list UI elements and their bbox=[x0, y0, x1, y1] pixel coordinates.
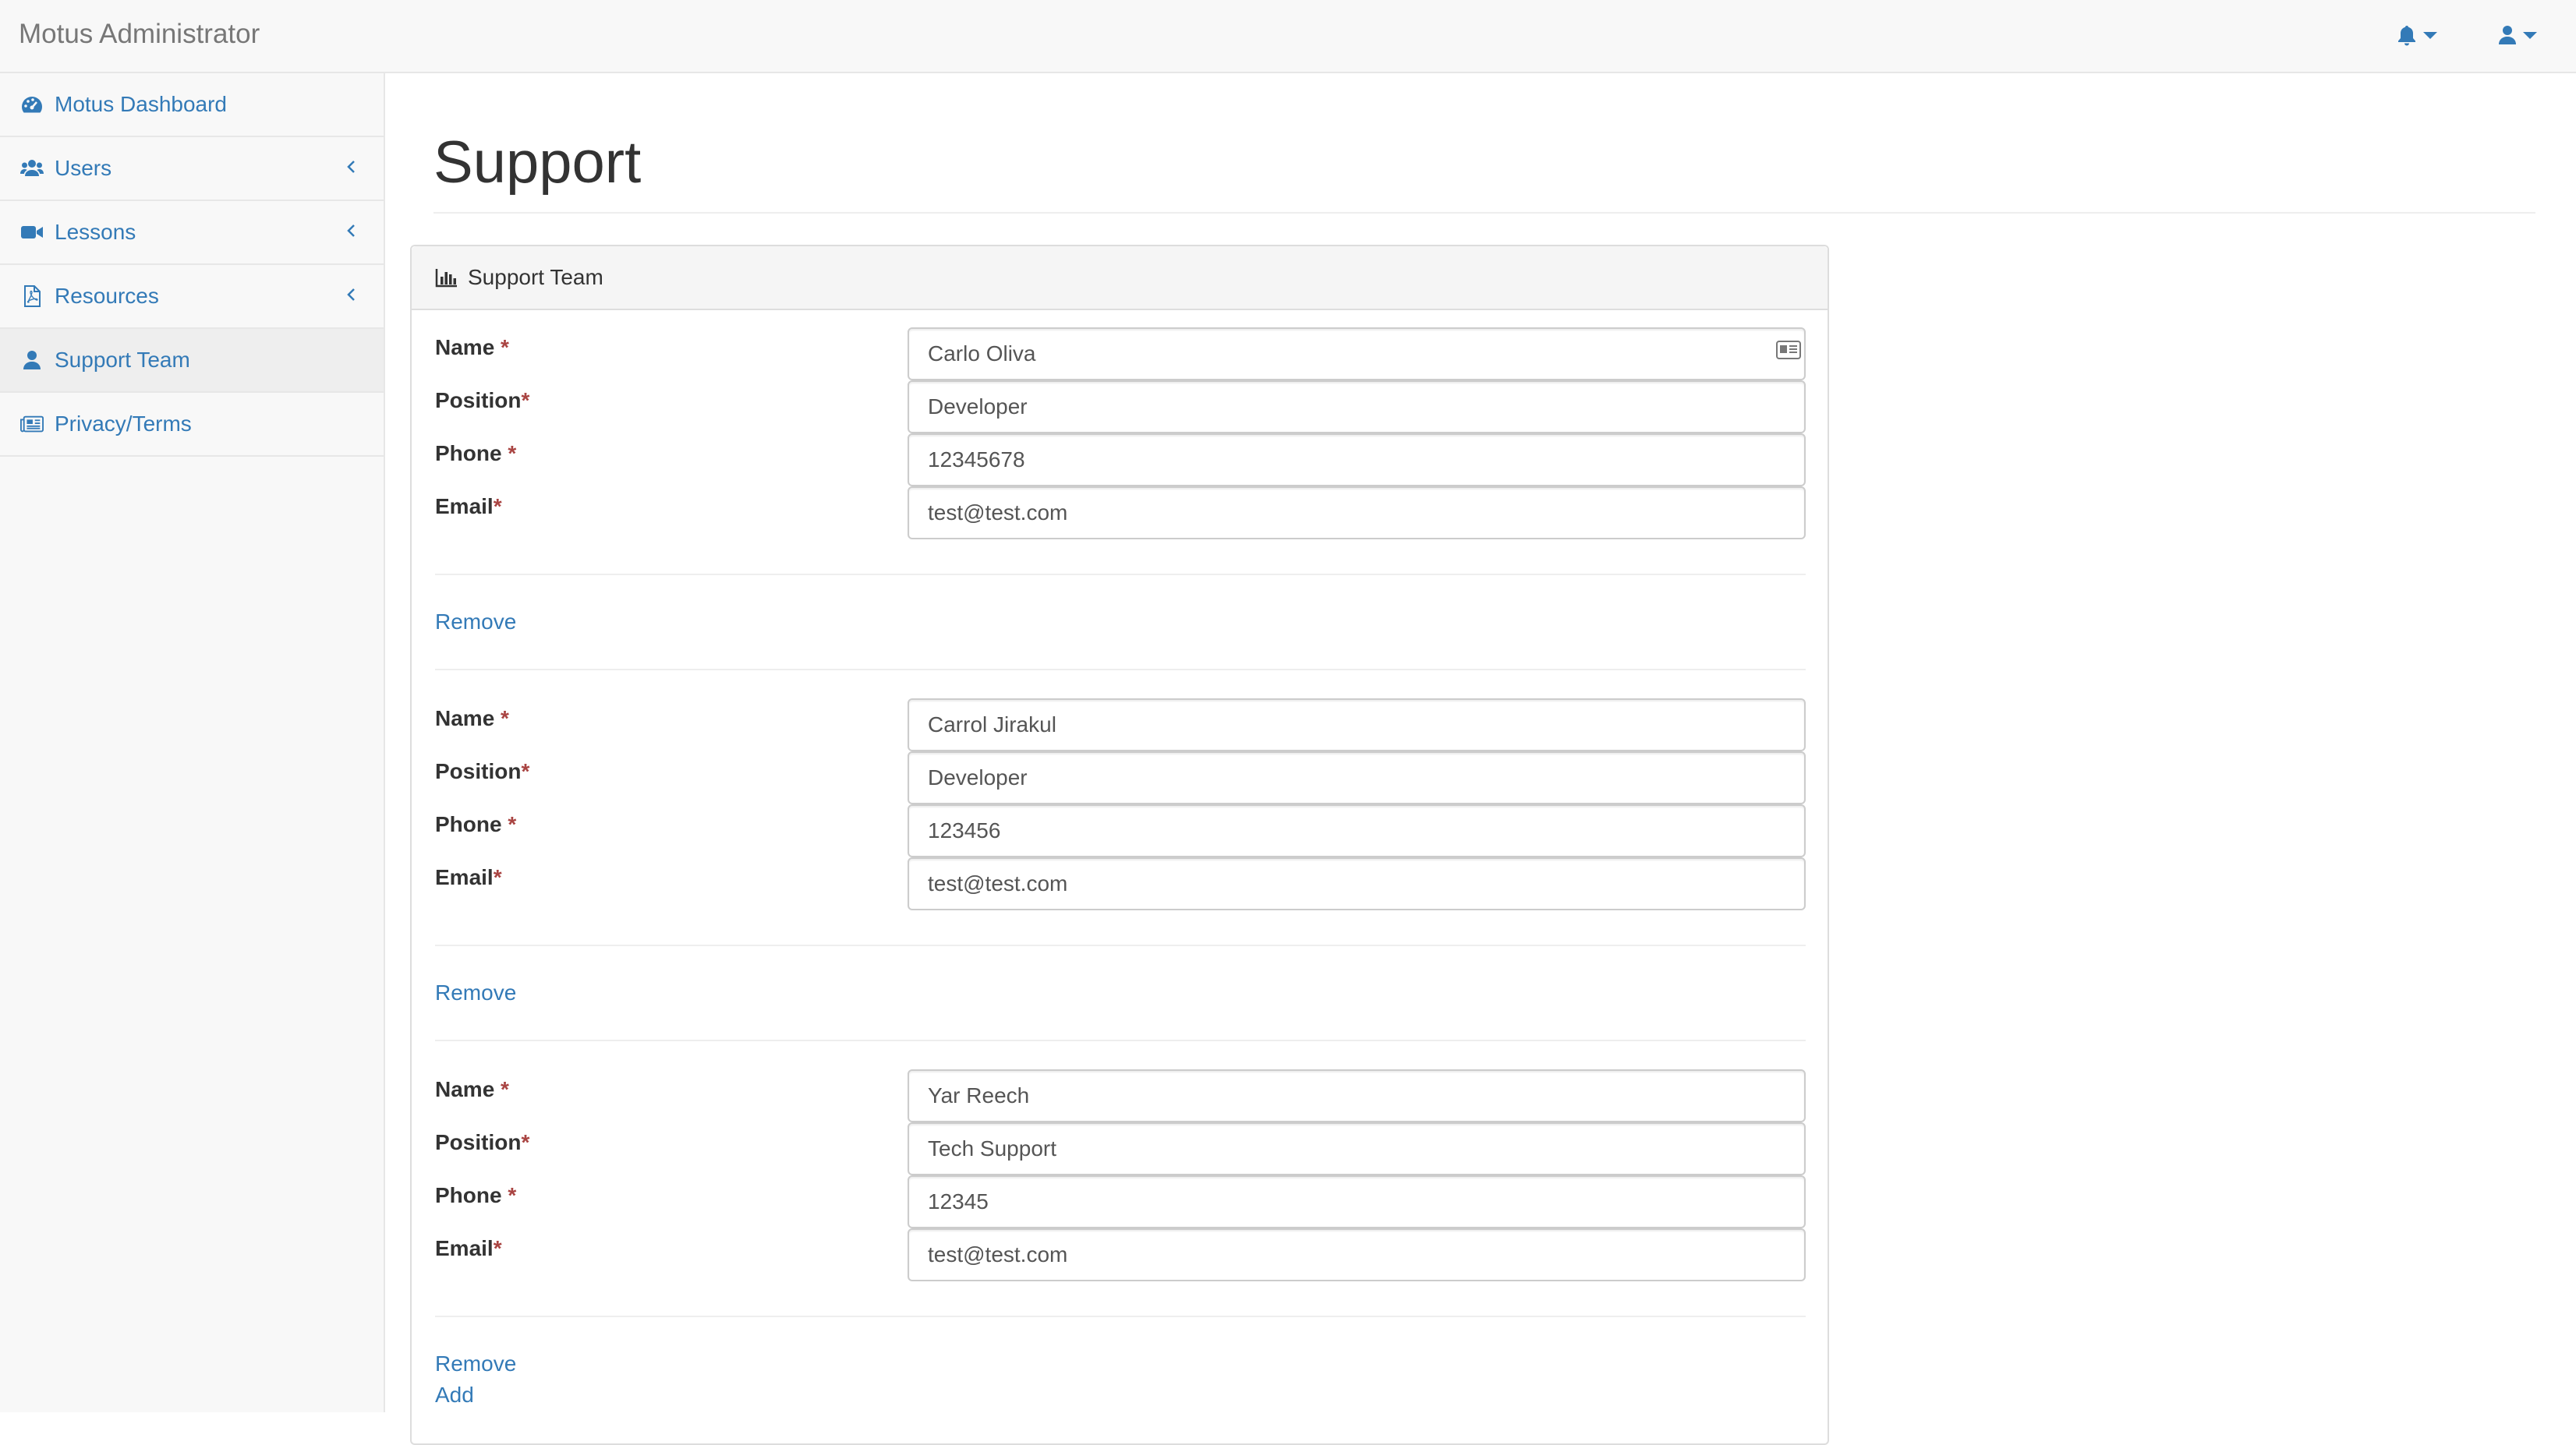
sidebar: Motus Dashboard Users Lessons Resources … bbox=[0, 73, 385, 1412]
phone-input[interactable] bbox=[908, 1175, 1806, 1228]
name-label: Name * bbox=[435, 335, 509, 359]
position-input[interactable] bbox=[908, 380, 1806, 433]
position-row: Position* bbox=[435, 751, 1806, 809]
sidebar-item-label: Support Team bbox=[55, 348, 190, 372]
bar-chart-icon bbox=[435, 269, 457, 288]
phone-row: Phone * bbox=[435, 433, 1806, 491]
pdf-file-icon bbox=[20, 284, 44, 308]
name-input[interactable] bbox=[908, 698, 1806, 751]
support-team-panel: Support Team Name * Position* Phone * Em… bbox=[410, 245, 1829, 1445]
required-marker: * bbox=[521, 759, 530, 783]
email-row: Email* bbox=[435, 1228, 1806, 1286]
sidebar-item-support-team[interactable]: Support Team bbox=[0, 329, 384, 393]
newspaper-icon bbox=[20, 412, 44, 436]
sidebar-item-resources[interactable]: Resources bbox=[0, 265, 384, 329]
phone-input[interactable] bbox=[908, 433, 1806, 486]
main-content: Support Support Team Name * Position* Ph… bbox=[385, 73, 2576, 1445]
required-marker: * bbox=[521, 388, 530, 412]
users-icon bbox=[20, 157, 44, 180]
sidebar-item-label: Resources bbox=[55, 284, 159, 308]
chevron-down-icon bbox=[2523, 31, 2537, 39]
phone-input[interactable] bbox=[908, 804, 1806, 857]
name-label: Name * bbox=[435, 1077, 509, 1101]
remove-member-button[interactable]: Remove bbox=[435, 1348, 516, 1380]
required-marker: * bbox=[508, 1183, 517, 1207]
name-input[interactable] bbox=[908, 1069, 1806, 1122]
notifications-dropdown[interactable] bbox=[2397, 22, 2437, 48]
email-row: Email* bbox=[435, 857, 1806, 915]
sidebar-item-lessons[interactable]: Lessons bbox=[0, 201, 384, 265]
add-member-button[interactable]: Add bbox=[435, 1380, 474, 1411]
required-marker: * bbox=[501, 1077, 509, 1101]
position-label: Position* bbox=[435, 759, 530, 783]
required-marker: * bbox=[508, 812, 517, 836]
position-row: Position* bbox=[435, 380, 1806, 438]
required-marker: * bbox=[508, 441, 517, 465]
phone-row: Phone * bbox=[435, 804, 1806, 862]
email-label: Email* bbox=[435, 865, 502, 889]
top-navbar: Motus Administrator bbox=[0, 0, 2576, 73]
sidebar-item-privacy-terms[interactable]: Privacy/Terms bbox=[0, 393, 384, 457]
chevron-left-icon bbox=[347, 161, 355, 173]
position-row: Position* bbox=[435, 1122, 1806, 1180]
position-label: Position* bbox=[435, 1130, 530, 1154]
email-row: Email* bbox=[435, 486, 1806, 544]
sidebar-item-label: Lessons bbox=[55, 220, 136, 244]
position-input[interactable] bbox=[908, 751, 1806, 804]
page-title: Support bbox=[433, 129, 642, 196]
divider bbox=[435, 1316, 1806, 1317]
bell-icon bbox=[2398, 26, 2415, 46]
brand-title[interactable]: Motus Administrator bbox=[19, 0, 260, 72]
phone-label: Phone * bbox=[435, 812, 517, 836]
position-input[interactable] bbox=[908, 1122, 1806, 1175]
divider bbox=[435, 574, 1806, 575]
remove-member-button[interactable]: Remove bbox=[435, 977, 516, 1009]
sidebar-item-label: Users bbox=[55, 156, 112, 180]
sidebar-item-label: Privacy/Terms bbox=[55, 412, 192, 436]
chevron-left-icon bbox=[347, 224, 355, 237]
video-camera-icon bbox=[20, 221, 44, 244]
divider bbox=[435, 1040, 1806, 1041]
sidebar-item-users[interactable]: Users bbox=[0, 137, 384, 201]
required-marker: * bbox=[493, 494, 502, 518]
chevron-left-icon bbox=[347, 288, 355, 301]
position-label: Position* bbox=[435, 388, 530, 412]
phone-label: Phone * bbox=[435, 441, 517, 465]
required-marker: * bbox=[493, 865, 502, 889]
panel-title: Support Team bbox=[468, 265, 603, 289]
remove-member-button[interactable]: Remove bbox=[435, 606, 516, 638]
user-icon bbox=[20, 348, 44, 372]
divider bbox=[435, 945, 1806, 946]
name-row: Name * bbox=[435, 1069, 1806, 1127]
sidebar-item-label: Motus Dashboard bbox=[55, 92, 228, 116]
user-dropdown[interactable] bbox=[2498, 22, 2537, 48]
email-label: Email* bbox=[435, 494, 502, 518]
phone-row: Phone * bbox=[435, 1175, 1806, 1233]
name-input[interactable] bbox=[908, 327, 1806, 380]
email-input[interactable] bbox=[908, 1228, 1806, 1281]
sidebar-item-dashboard[interactable]: Motus Dashboard bbox=[0, 73, 384, 137]
required-marker: * bbox=[493, 1236, 502, 1260]
dashboard-icon bbox=[20, 93, 44, 116]
required-marker: * bbox=[521, 1130, 530, 1154]
contact-card-icon[interactable] bbox=[1776, 340, 1801, 360]
name-row: Name * bbox=[435, 698, 1806, 756]
user-icon bbox=[2499, 26, 2516, 44]
name-label: Name * bbox=[435, 706, 509, 730]
panel-heading: Support Team bbox=[412, 246, 1828, 310]
divider bbox=[435, 669, 1806, 670]
name-row: Name * bbox=[435, 327, 1806, 385]
email-input[interactable] bbox=[908, 486, 1806, 539]
required-marker: * bbox=[501, 706, 509, 730]
email-label: Email* bbox=[435, 1236, 502, 1260]
required-marker: * bbox=[501, 335, 509, 359]
chevron-down-icon bbox=[2423, 31, 2437, 39]
email-input[interactable] bbox=[908, 857, 1806, 910]
title-divider bbox=[433, 212, 2535, 214]
phone-label: Phone * bbox=[435, 1183, 517, 1207]
